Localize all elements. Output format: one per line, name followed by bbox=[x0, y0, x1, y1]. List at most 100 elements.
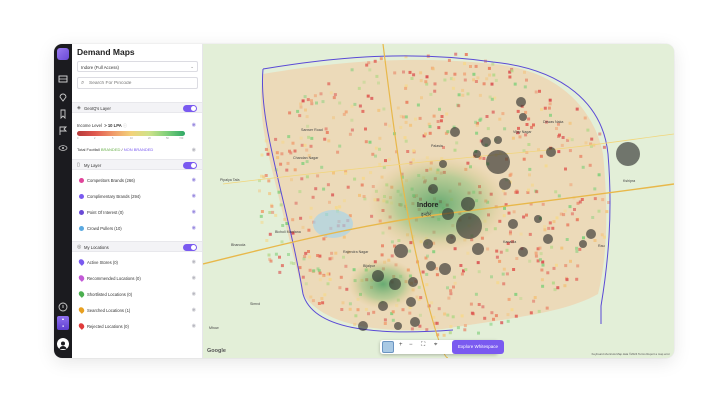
demand-bubble[interactable] bbox=[394, 244, 408, 258]
visibility-eye-icon[interactable]: ◉ bbox=[192, 323, 196, 329]
map-type-toggle[interactable] bbox=[382, 341, 394, 353]
user-avatar[interactable] bbox=[57, 338, 69, 350]
visibility-eye-icon[interactable]: ◉ bbox=[192, 291, 196, 297]
demand-bubble[interactable] bbox=[616, 142, 640, 166]
demand-bubble[interactable] bbox=[423, 239, 433, 249]
heat-cell bbox=[338, 286, 342, 290]
demand-bubble[interactable] bbox=[446, 234, 456, 244]
heat-cell bbox=[567, 137, 571, 140]
heat-cell bbox=[316, 254, 320, 257]
pincode-search[interactable]: ⌕ bbox=[77, 77, 198, 89]
demand-bubble[interactable] bbox=[426, 261, 436, 271]
bookmark-icon[interactable] bbox=[58, 109, 68, 119]
demand-bubble[interactable] bbox=[456, 213, 482, 239]
demand-bubble[interactable] bbox=[461, 197, 475, 211]
app-logo[interactable] bbox=[57, 48, 69, 60]
demand-bubble[interactable] bbox=[508, 219, 518, 229]
map-layers-icon[interactable] bbox=[58, 74, 68, 84]
layer-item-crowd-pullers[interactable]: Crowd Pullers (10) ◉ bbox=[72, 222, 202, 235]
demand-bubble[interactable] bbox=[372, 270, 384, 282]
visibility-eye-icon[interactable]: ◉ bbox=[192, 193, 196, 199]
demand-bubble[interactable] bbox=[428, 184, 438, 194]
visibility-eye-icon[interactable]: ◉ bbox=[192, 307, 196, 313]
heat-cell bbox=[528, 167, 532, 171]
my-locations-toggle[interactable] bbox=[183, 244, 197, 251]
demand-bubble[interactable] bbox=[473, 150, 481, 158]
eye-icon[interactable] bbox=[58, 143, 68, 153]
demand-bubble[interactable] bbox=[439, 160, 447, 168]
demand-bubble[interactable] bbox=[410, 317, 420, 327]
demand-bubble[interactable] bbox=[358, 321, 368, 331]
demand-bubble[interactable] bbox=[394, 322, 402, 330]
location-item-searched[interactable]: Searched Locations (1) ◉ bbox=[72, 304, 202, 317]
my-layer-toggle[interactable] bbox=[183, 162, 197, 169]
heat-cell bbox=[598, 132, 602, 136]
city-select[interactable]: Indore (Full Access) ⌄ bbox=[77, 61, 198, 72]
demand-bubble[interactable] bbox=[472, 243, 484, 255]
heat-cell bbox=[315, 101, 318, 105]
heat-cell bbox=[463, 78, 467, 82]
visibility-eye-icon[interactable]: ◉ bbox=[192, 177, 196, 183]
heat-cell bbox=[332, 96, 336, 100]
zoom-out-button[interactable]: − bbox=[409, 342, 413, 348]
demand-bubble[interactable] bbox=[406, 297, 416, 307]
heat-cell bbox=[405, 100, 409, 104]
visibility-eye-icon[interactable]: ◉ bbox=[192, 209, 196, 215]
zoom-in-button[interactable]: + bbox=[399, 342, 403, 348]
demand-heatmap[interactable]: Indore इन्दौर Pipalya Tafa Bhanoda Mhow … bbox=[203, 44, 674, 358]
active-store-pin-icon bbox=[77, 258, 86, 266]
demand-bubble[interactable] bbox=[543, 234, 553, 244]
income-tick: 5 bbox=[112, 137, 114, 140]
heat-cell bbox=[270, 204, 274, 208]
layer-item-label: Point Of Interest (0) bbox=[87, 210, 124, 215]
map-attribution[interactable]: Keyboard shortcuts Map data ©2024 Terms … bbox=[592, 352, 670, 356]
demand-bubble[interactable] bbox=[546, 147, 556, 157]
demand-bubble[interactable] bbox=[534, 215, 542, 223]
help-icon[interactable] bbox=[58, 302, 68, 312]
layer-item-competitors[interactable]: Competitors Brands (266) ◉ bbox=[72, 174, 202, 187]
layer-item-poi[interactable]: Point Of Interest (0) ◉ bbox=[72, 206, 202, 219]
demand-bubble[interactable] bbox=[494, 136, 502, 144]
income-eye-icon[interactable]: ◉ bbox=[192, 122, 196, 128]
location-item-rejected[interactable]: Rejected Locations (0) ◉ bbox=[72, 320, 202, 333]
heat-cell bbox=[277, 190, 281, 194]
flag-icon[interactable] bbox=[58, 126, 68, 136]
location-item-shortlisted[interactable]: Shortlisted Locations (0) ◉ bbox=[72, 288, 202, 301]
visibility-eye-icon[interactable]: ◉ bbox=[192, 225, 196, 231]
demand-bubble[interactable] bbox=[389, 278, 401, 290]
footfall-eye-icon[interactable]: ◉ bbox=[192, 147, 196, 153]
plan-badge[interactable]: ▲ ● bbox=[57, 316, 69, 330]
demand-bubble[interactable] bbox=[499, 178, 511, 190]
demand-bubble[interactable] bbox=[519, 113, 527, 121]
fullscreen-icon[interactable]: ⛶ bbox=[421, 342, 425, 349]
demand-bubble[interactable] bbox=[516, 97, 526, 107]
visibility-eye-icon[interactable]: ◉ bbox=[192, 275, 196, 281]
heat-cell bbox=[534, 90, 538, 94]
demand-bubble[interactable] bbox=[408, 277, 418, 287]
demand-bubble[interactable] bbox=[439, 263, 451, 275]
demand-bubble[interactable] bbox=[486, 150, 510, 174]
demand-bubble[interactable] bbox=[450, 127, 460, 137]
heat-cell bbox=[561, 136, 565, 139]
demand-bubble[interactable] bbox=[378, 301, 388, 311]
layer-item-complimentary[interactable]: Complimentary Brands (294) ◉ bbox=[72, 190, 202, 203]
location-item-active[interactable]: Active Stores (0) ◉ bbox=[72, 256, 202, 269]
location-item-recommended[interactable]: Recommended Locations (0) ◉ bbox=[72, 272, 202, 285]
demand-bubble[interactable] bbox=[586, 229, 596, 239]
heat-cell bbox=[515, 257, 519, 260]
demand-bubble[interactable] bbox=[518, 247, 528, 257]
pincode-search-input[interactable] bbox=[89, 80, 189, 87]
heat-cell bbox=[472, 78, 476, 82]
my-location-icon[interactable]: ⌖ bbox=[434, 342, 437, 349]
demand-bubble[interactable] bbox=[481, 137, 491, 147]
heat-cell bbox=[534, 251, 538, 255]
geoiq-layer-toggle[interactable] bbox=[183, 105, 197, 112]
location-pin-icon[interactable] bbox=[58, 92, 68, 102]
heat-cell bbox=[552, 266, 556, 270]
visibility-eye-icon[interactable]: ◉ bbox=[192, 259, 196, 265]
explore-whitespace-button[interactable]: Explore Whitespace bbox=[452, 340, 504, 354]
heat-cell bbox=[523, 70, 526, 74]
heat-cell bbox=[503, 127, 507, 131]
demand-bubble[interactable] bbox=[579, 240, 587, 248]
demand-bubble[interactable] bbox=[442, 208, 454, 220]
